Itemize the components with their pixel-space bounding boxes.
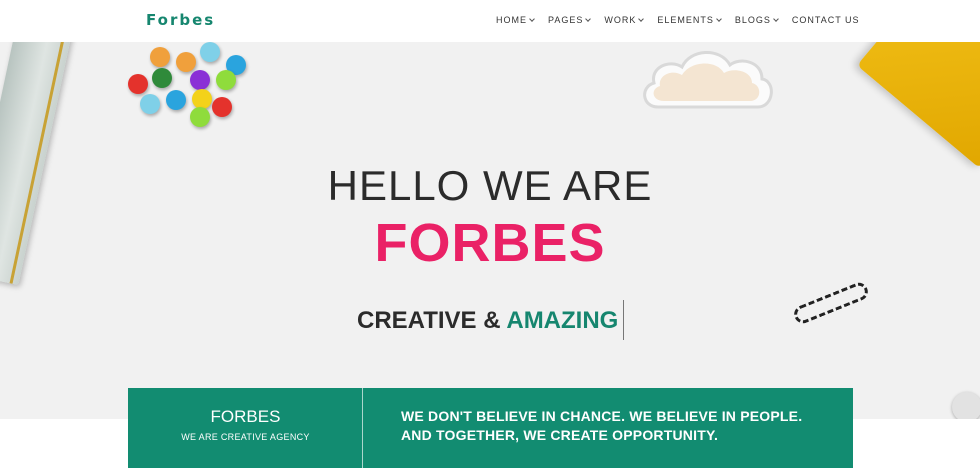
hero-section: HELLO WE ARE FORBES CREATIVE & AMAZING: [0, 42, 980, 419]
dot-decoration: [190, 70, 210, 90]
tagline-start: CREATIVE &: [357, 307, 501, 334]
chevron-down-icon: [773, 15, 779, 22]
dot-decoration: [150, 47, 170, 67]
knob-decoration: [952, 392, 980, 419]
dot-decoration: [166, 90, 186, 110]
chevron-down-icon: [585, 15, 592, 22]
nav-item-label: CONTACT US: [791, 15, 860, 25]
pencil-decoration: [856, 42, 980, 169]
banner-text: WE DON'T BELIEVE IN CHANCE. WE BELIEVE I…: [401, 408, 803, 443]
hero-title: HELLO WE ARE: [327, 162, 653, 209]
dot-decoration: [192, 89, 212, 109]
nav-item-label: PAGES: [548, 15, 584, 25]
nav-item-blogs[interactable]: BLOGS: [734, 15, 779, 25]
dot-decoration: [190, 107, 210, 127]
hero-tagline: CREATIVE & AMAZING: [357, 307, 618, 335]
nav-item-work[interactable]: WORK: [604, 15, 645, 25]
nav-item-home[interactable]: HOME: [496, 15, 535, 25]
nav-item-label: WORK: [604, 15, 637, 25]
nav-item-label: ELEMENTS: [657, 15, 714, 25]
info-banner: FORBES WE ARE CREATIVE AGENCY WE DON'T B…: [128, 388, 853, 468]
nav-item-label: BLOGS: [734, 15, 771, 25]
tagline-accent: AMAZING: [506, 307, 619, 334]
chevron-down-icon: [529, 15, 535, 22]
nav-item-contact-us[interactable]: CONTACT US: [792, 15, 860, 25]
dot-decoration: [140, 94, 160, 114]
dot-decoration: [212, 97, 232, 117]
chevron-down-icon: [638, 15, 645, 22]
dot-decoration: [152, 68, 172, 88]
main-nav: HOME PAGES WORK ELEMENTS BLOGS CONTACT U…: [496, 15, 860, 25]
dot-decoration: [176, 52, 196, 72]
brand-logo[interactable]: Forbes: [146, 11, 215, 29]
nav-item-pages[interactable]: PAGES: [548, 15, 592, 25]
dot-decoration: [200, 42, 220, 62]
chevron-down-icon: [716, 15, 722, 22]
cloud-dish-decoration: [643, 51, 773, 109]
nav-item-label: HOME: [496, 15, 527, 25]
banner-left-panel: FORBES WE ARE CREATIVE AGENCY: [128, 388, 363, 468]
nav-item-elements[interactable]: ELEMENTS: [657, 15, 722, 25]
typing-cursor: [623, 300, 624, 340]
banner-title: FORBES: [210, 407, 281, 426]
dot-decoration: [128, 74, 148, 94]
paperclip-decoration: [791, 280, 871, 326]
banner-subtitle: WE ARE CREATIVE AGENCY: [181, 432, 310, 442]
top-navbar: Forbes HOME PAGES WORK ELEMENTS BLOGS CO…: [0, 0, 980, 42]
dot-decoration: [216, 70, 236, 90]
hero-brand: FORBES: [374, 213, 606, 273]
